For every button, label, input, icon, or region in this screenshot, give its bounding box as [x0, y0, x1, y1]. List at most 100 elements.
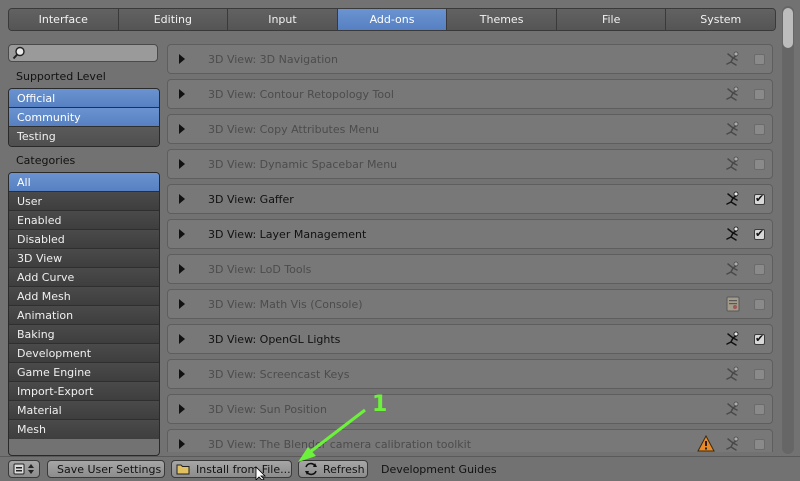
expand-arrow-icon[interactable]	[179, 124, 185, 134]
community-icon	[725, 226, 741, 242]
category-animation[interactable]: Animation	[9, 306, 159, 325]
enable-checkbox[interactable]: ✔	[754, 89, 765, 100]
community-icon	[725, 191, 741, 207]
addon-list: 3D View: 3D Navigation ✔ 3D View: Contou…	[167, 44, 773, 452]
addon-name: 3D View: Dynamic Spacebar Menu	[208, 158, 398, 171]
addon-row[interactable]: 3D View: Copy Attributes Menu ✔	[167, 114, 773, 144]
addon-row[interactable]: 3D View: Math Vis (Console) ✔	[167, 289, 773, 319]
expand-arrow-icon[interactable]	[179, 159, 185, 169]
addon-name: 3D View: 3D Navigation	[208, 53, 338, 66]
preferences-editor-icon	[13, 463, 34, 475]
category-3d-view[interactable]: 3D View	[9, 249, 159, 268]
category-all[interactable]: All	[9, 173, 159, 192]
enable-checkbox[interactable]: ✔	[754, 124, 765, 135]
enable-checkbox[interactable]: ✔	[754, 332, 765, 345]
category-enabled[interactable]: Enabled	[9, 211, 159, 230]
tab-file[interactable]: File	[556, 9, 667, 30]
categories-label: Categories	[16, 154, 76, 167]
save-user-settings-button[interactable]: Save User Settings	[47, 460, 165, 478]
expand-arrow-icon[interactable]	[179, 229, 185, 239]
refresh-label: Refresh	[323, 463, 365, 476]
level-official[interactable]: Official	[9, 89, 159, 108]
community-icon	[725, 51, 741, 67]
expand-arrow-icon[interactable]	[179, 439, 185, 449]
category-game-engine[interactable]: Game Engine	[9, 363, 159, 382]
addon-name: 3D View: Gaffer	[208, 193, 294, 206]
expand-arrow-icon[interactable]	[179, 334, 185, 344]
expand-arrow-icon[interactable]	[179, 54, 185, 64]
tab-add-ons[interactable]: Add-ons	[337, 9, 448, 30]
supported-level-label: Supported Level	[16, 70, 106, 83]
category-baking[interactable]: Baking	[9, 325, 159, 344]
addon-row[interactable]: 3D View: Contour Retopology Tool ✔	[167, 79, 773, 109]
category-import-export[interactable]: Import-Export	[9, 382, 159, 401]
addon-name: 3D View: Copy Attributes Menu	[208, 123, 380, 136]
category-user[interactable]: User	[9, 192, 159, 211]
enable-checkbox[interactable]: ✔	[754, 369, 765, 380]
addon-row[interactable]: 3D View: Sun Position ✔	[167, 394, 773, 424]
addon-row[interactable]: 3D View: LoD Tools ✔	[167, 254, 773, 284]
install-from-file-label: Install from File...	[196, 463, 291, 476]
vertical-scrollbar[interactable]	[782, 6, 794, 454]
addon-name: 3D View: The Blender camera calibration …	[208, 438, 472, 451]
enable-checkbox[interactable]: ✔	[754, 227, 765, 240]
development-guides-menu[interactable]: Development Guides	[381, 463, 497, 476]
category-material[interactable]: Material	[9, 401, 159, 420]
expand-arrow-icon[interactable]	[179, 264, 185, 274]
addon-search-input[interactable]	[8, 44, 158, 62]
editor-type-menu[interactable]	[8, 460, 40, 478]
category-add-curve[interactable]: Add Curve	[9, 268, 159, 287]
categories-list: All User Enabled Disabled 3D View Add Cu…	[8, 172, 160, 456]
addon-name: 3D View: Math Vis (Console)	[208, 298, 363, 311]
install-from-file-button[interactable]: Install from File...	[171, 460, 292, 478]
community-icon	[725, 436, 741, 452]
scrollbar-thumb[interactable]	[783, 8, 793, 48]
category-development[interactable]: Development	[9, 344, 159, 363]
tab-interface[interactable]: Interface	[9, 9, 119, 30]
enable-checkbox[interactable]: ✔	[754, 264, 765, 275]
addon-name: 3D View: Screencast Keys	[208, 368, 350, 381]
expand-arrow-icon[interactable]	[179, 404, 185, 414]
expand-arrow-icon[interactable]	[179, 89, 185, 99]
addon-row[interactable]: 3D View: OpenGL Lights ✔	[167, 324, 773, 354]
addon-row[interactable]: 3D View: The Blender camera calibration …	[167, 429, 773, 452]
community-icon	[725, 401, 741, 417]
addon-row[interactable]: 3D View: Gaffer ✔	[167, 184, 773, 214]
addon-name: 3D View: LoD Tools	[208, 263, 312, 276]
level-community[interactable]: Community	[9, 108, 159, 127]
search-icon	[12, 46, 25, 60]
category-mesh[interactable]: Mesh	[9, 420, 159, 439]
enable-checkbox[interactable]: ✔	[754, 404, 765, 415]
community-icon	[725, 331, 741, 347]
enable-checkbox[interactable]: ✔	[754, 159, 765, 170]
addon-name: 3D View: Sun Position	[208, 403, 327, 416]
category-add-mesh[interactable]: Add Mesh	[9, 287, 159, 306]
level-testing[interactable]: Testing	[9, 127, 159, 146]
enable-checkbox[interactable]: ✔	[754, 54, 765, 65]
addon-name: 3D View: OpenGL Lights	[208, 333, 341, 346]
community-icon	[725, 366, 741, 382]
community-icon	[725, 86, 741, 102]
tab-system[interactable]: System	[666, 9, 775, 30]
annotation-number: 1	[372, 392, 388, 417]
addon-row[interactable]: 3D View: Layer Management ✔	[167, 219, 773, 249]
addon-row[interactable]: 3D View: 3D Navigation ✔	[167, 44, 773, 74]
expand-arrow-icon[interactable]	[179, 369, 185, 379]
tab-input[interactable]: Input	[228, 9, 338, 30]
addon-name: 3D View: Layer Management	[208, 228, 367, 241]
enable-checkbox[interactable]: ✔	[754, 299, 765, 310]
enable-checkbox[interactable]: ✔	[754, 192, 765, 205]
expand-arrow-icon[interactable]	[179, 194, 185, 204]
addon-row[interactable]: 3D View: Dynamic Spacebar Menu ✔	[167, 149, 773, 179]
warning-icon	[697, 435, 715, 452]
addon-name: 3D View: Contour Retopology Tool	[208, 88, 394, 101]
category-disabled[interactable]: Disabled	[9, 230, 159, 249]
official-icon	[725, 296, 741, 312]
enable-checkbox[interactable]: ✔	[754, 439, 765, 450]
tab-editing[interactable]: Editing	[118, 9, 229, 30]
supported-level-list: Official Community Testing	[8, 88, 160, 147]
tab-themes[interactable]: Themes	[447, 9, 557, 30]
refresh-button[interactable]: Refresh	[298, 460, 368, 478]
addon-row[interactable]: 3D View: Screencast Keys ✔	[167, 359, 773, 389]
expand-arrow-icon[interactable]	[179, 299, 185, 309]
